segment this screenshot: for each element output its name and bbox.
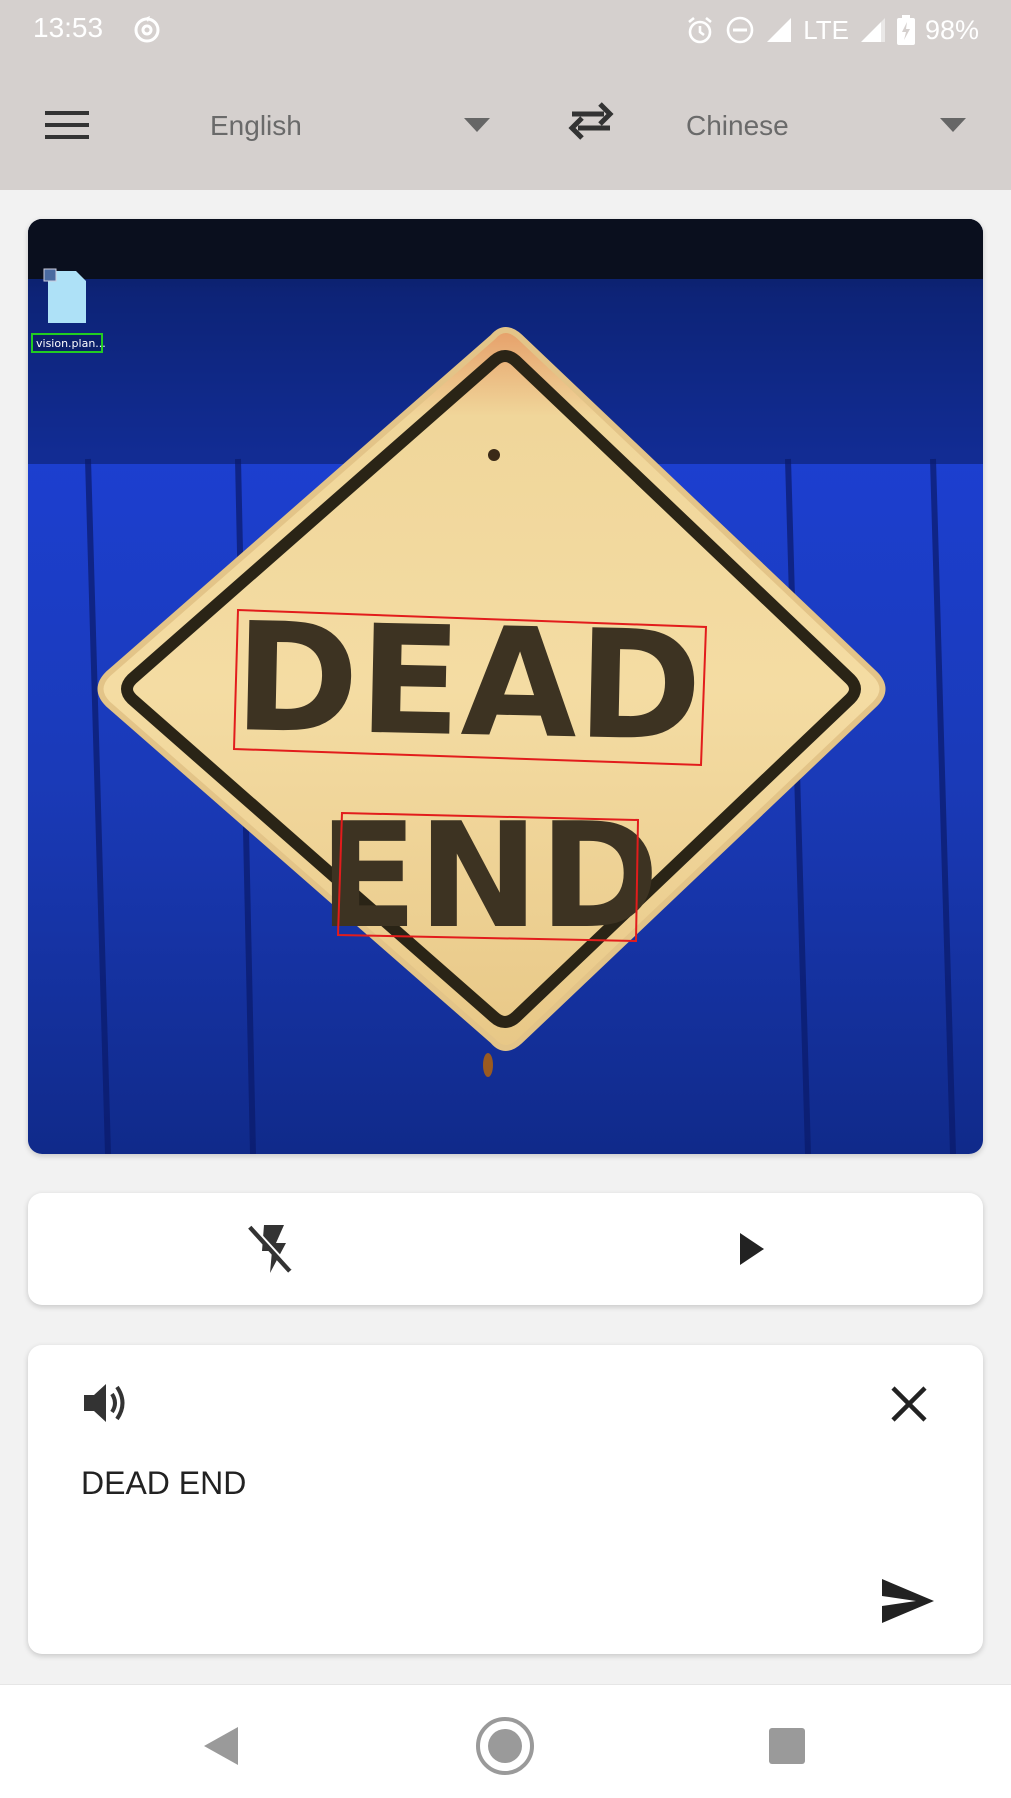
hotspot-icon xyxy=(132,14,162,44)
home-button[interactable] xyxy=(474,1715,536,1777)
swap-icon xyxy=(568,102,614,140)
dropdown-caret-icon xyxy=(940,118,966,132)
swap-languages-button[interactable] xyxy=(564,96,618,144)
alarm-icon xyxy=(685,15,715,45)
recents-button[interactable] xyxy=(766,1725,808,1767)
target-language-label: Chinese xyxy=(686,110,789,141)
camera-image-card: DEAD END vision.plan... xyxy=(28,219,983,1154)
screen: 13:53 LTE 98% English Chinese DEAD END v… xyxy=(0,0,1011,1798)
battery-percent: 98% xyxy=(924,14,979,45)
camera-image: DEAD END vision.plan... xyxy=(28,219,983,1154)
source-language-select[interactable]: English xyxy=(150,88,500,160)
signal-icon xyxy=(859,16,887,44)
menu-button[interactable] xyxy=(34,98,100,152)
result-card: DEAD END xyxy=(28,1345,983,1654)
home-icon xyxy=(476,1717,534,1775)
do-not-disturb-icon xyxy=(725,15,755,45)
recents-icon xyxy=(769,1728,805,1764)
file-icon xyxy=(43,268,86,323)
status-bar: 13:53 LTE 98% xyxy=(0,0,1011,58)
recognized-text[interactable]: DEAD END xyxy=(81,1465,246,1502)
app-bar: English Chinese xyxy=(0,58,1011,190)
play-button[interactable] xyxy=(718,1219,778,1279)
close-icon xyxy=(891,1386,927,1422)
back-button[interactable] xyxy=(198,1723,244,1769)
clear-button[interactable] xyxy=(884,1379,934,1429)
speak-button[interactable] xyxy=(78,1375,134,1431)
dropdown-caret-icon xyxy=(464,118,490,132)
target-language-select[interactable]: Chinese xyxy=(630,88,980,160)
menu-icon xyxy=(45,111,89,139)
back-icon xyxy=(204,1727,238,1765)
status-icons: LTE 98% xyxy=(685,10,979,50)
source-language-label: English xyxy=(210,110,302,141)
file-label: vision.plan... xyxy=(36,337,106,350)
battery-charging-icon xyxy=(896,15,915,45)
signal-icon xyxy=(765,16,793,44)
send-button[interactable] xyxy=(876,1573,940,1629)
system-nav-bar xyxy=(0,1684,1011,1798)
send-icon xyxy=(882,1579,934,1623)
flash-toggle-button[interactable] xyxy=(240,1219,300,1279)
speaker-icon xyxy=(84,1384,125,1422)
flash-off-icon xyxy=(248,1224,293,1273)
play-icon xyxy=(740,1233,764,1265)
controls-card xyxy=(28,1193,983,1305)
network-type: LTE xyxy=(803,14,849,45)
status-time: 13:53 xyxy=(33,12,104,43)
